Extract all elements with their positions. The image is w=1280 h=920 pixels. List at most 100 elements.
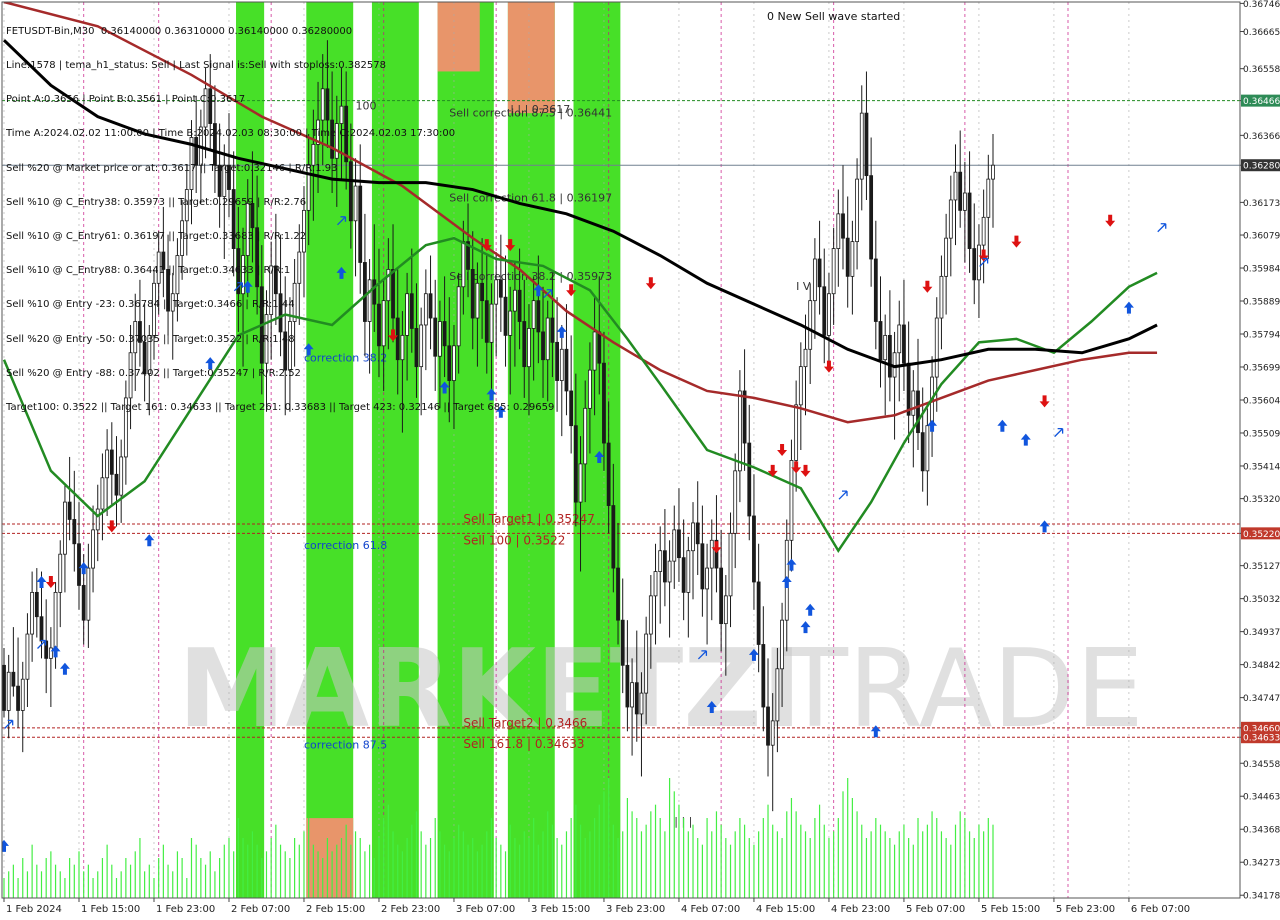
candle <box>906 321 911 444</box>
candle <box>817 220 822 315</box>
candle <box>808 283 813 385</box>
candle <box>977 224 981 319</box>
x-tick-label: 3 Feb 07:00 <box>456 904 515 915</box>
candle <box>991 133 995 228</box>
sell-arrow-icon <box>800 464 811 477</box>
y-tick-label: 0.34273 <box>1243 859 1280 869</box>
x-tick-label: 1 Feb 2024 <box>6 904 62 915</box>
buy-arrow-icon <box>556 325 567 338</box>
candle <box>981 189 986 284</box>
sell-arrow-icon <box>45 575 56 588</box>
candle <box>869 137 874 287</box>
candle <box>897 300 902 402</box>
candle <box>63 484 67 593</box>
y-tick-label: 0.34368 <box>1243 826 1280 836</box>
buy-arrow-icon <box>1020 433 1031 446</box>
info-line: Target100: 0.3522 || Target 161: 0.34633… <box>6 402 555 414</box>
candle <box>709 519 714 621</box>
sell-arrow-icon <box>645 277 656 290</box>
candle <box>86 543 91 648</box>
buy-arrow-icon <box>805 603 816 616</box>
chart-window: MARKETZI TRADE Sell Target1 | 0.35247 Sell … <box>0 0 1280 920</box>
candle <box>95 484 100 562</box>
candle <box>691 502 695 600</box>
y-tick-label: 0.36466 <box>1243 97 1280 107</box>
candle <box>742 349 747 471</box>
sell-arrow-icon <box>1039 395 1050 408</box>
info-line: Sell %20 @ Entry -50: 0.37035 || Target:… <box>6 333 295 345</box>
x-tick-label: 6 Feb 07:00 <box>1131 904 1190 915</box>
y-tick-label: 0.34842 <box>1243 661 1280 671</box>
candle <box>920 387 925 492</box>
y-tick-label: 0.34558 <box>1243 760 1280 770</box>
y-tick-label: 0.36746 <box>1243 0 1280 10</box>
y-tick-label: 0.36173 <box>1243 199 1280 209</box>
zone-annotation: correction 87.5 <box>304 739 387 752</box>
candle <box>939 255 944 350</box>
candle <box>850 220 855 315</box>
candle <box>812 238 817 339</box>
buy-arrow-icon <box>1123 301 1134 314</box>
candle <box>827 272 831 371</box>
candle <box>855 158 859 270</box>
candle <box>34 568 39 638</box>
x-tick-label: 5 Feb 15:00 <box>981 904 1040 915</box>
candle <box>91 505 95 593</box>
info-line: Sell %10 @ C_Entry61: 0.36197 || Target:… <box>6 231 307 243</box>
candle <box>916 338 920 450</box>
y-tick-label: 0.35889 <box>1243 298 1280 308</box>
candle <box>803 314 808 416</box>
candle <box>733 453 738 569</box>
x-tick-label: 2 Feb 23:00 <box>381 904 440 915</box>
x-tick-label: 2 Feb 15:00 <box>306 904 365 915</box>
candle <box>114 436 119 527</box>
candle <box>873 220 878 350</box>
candle <box>892 331 897 440</box>
x-tick-label: 2 Feb 07:00 <box>231 904 290 915</box>
zone-annotation: correction 61.8 <box>304 539 387 552</box>
candle <box>948 175 953 277</box>
candle <box>953 144 958 246</box>
x-tick-label: 3 Feb 15:00 <box>531 904 590 915</box>
candle <box>728 512 733 628</box>
y-tick-label: 0.35794 <box>1243 331 1280 341</box>
info-line: Sell %10 @ Entry -23: 0.36784 || Target:… <box>6 299 295 311</box>
hollow-arrow-icon <box>1054 427 1064 438</box>
wave-status-text: 0 New Sell wave started <box>767 10 901 23</box>
candle <box>911 370 916 468</box>
candle <box>658 526 663 624</box>
x-tick-label: 5 Feb 23:00 <box>1056 904 1115 915</box>
info-line: Sell %20 @ Market price or at: 0.3617 ||… <box>6 162 338 174</box>
sell-arrow-icon <box>777 444 788 456</box>
candle <box>737 370 742 503</box>
candle <box>878 276 883 388</box>
hollow-arrow-icon <box>838 490 848 500</box>
watermark-brand-suffix: TRADE <box>781 627 1144 752</box>
candle <box>58 540 63 628</box>
info-line: Point A:0.3656 | Point B:0.3561 | Point … <box>6 94 246 106</box>
candle <box>836 189 841 287</box>
candle <box>16 637 20 728</box>
candle <box>2 647 6 718</box>
candle <box>789 439 794 572</box>
info-line: Time A:2024.02.02 11:00:00 | Time B:2024… <box>6 128 456 140</box>
candle <box>958 130 963 228</box>
candle <box>944 213 949 315</box>
info-line: Sell %10 @ C_Entry38: 0.35973 || Target:… <box>6 196 307 208</box>
y-tick-label: 0.36366 <box>1243 132 1280 142</box>
buy-arrow-icon <box>144 534 155 547</box>
y-tick-label: 0.35032 <box>1243 595 1280 605</box>
candle <box>667 540 672 638</box>
candle <box>564 304 569 416</box>
y-tick-label: 0.35604 <box>1243 396 1280 406</box>
level-label: Sell Target2 | 0.3466 <box>463 716 587 730</box>
candle <box>695 481 700 576</box>
candle <box>902 279 906 391</box>
level-label: Sell 161.8 | 0.34633 <box>463 737 584 751</box>
candle <box>72 470 77 572</box>
level-label: Sell Target1 | 0.35247 <box>463 512 595 526</box>
buy-arrow-icon <box>36 575 47 588</box>
candle <box>967 151 972 273</box>
candle <box>11 627 16 697</box>
sell-arrow-icon <box>106 520 117 533</box>
